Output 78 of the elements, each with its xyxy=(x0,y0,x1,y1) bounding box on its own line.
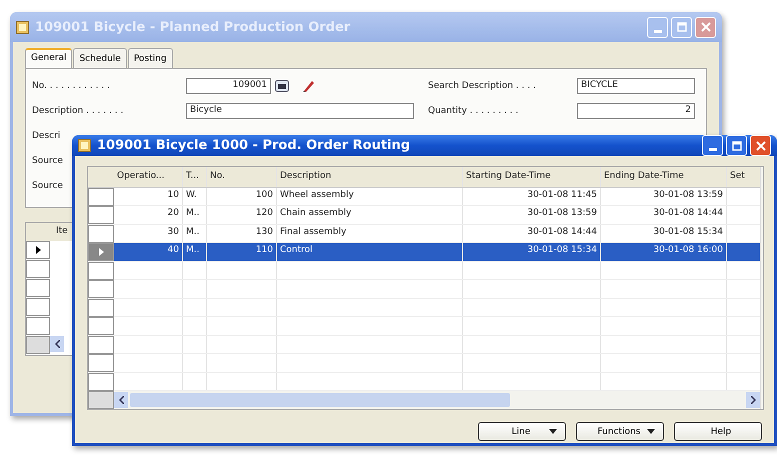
input-field[interactable]: BICYCLE xyxy=(577,78,695,94)
input-field[interactable]: 2 xyxy=(577,103,695,119)
tab[interactable]: Posting xyxy=(128,48,173,68)
minimize-icon xyxy=(654,30,662,32)
table-cell: Chain assembly xyxy=(277,206,463,224)
table-row[interactable]: 10 W. 100 Wheel assembly 30-01-08 11:45 30-01-08 13:59 xyxy=(88,188,760,206)
table-cell: 120 xyxy=(207,206,277,224)
lookup-icon[interactable] xyxy=(275,80,289,92)
tab[interactable]: General xyxy=(25,48,72,68)
column-header[interactable]: Operatio... xyxy=(114,167,183,186)
menu-button[interactable]: Line xyxy=(478,422,566,441)
column-header[interactable]: T... xyxy=(183,167,207,186)
minimize-button[interactable] xyxy=(702,135,723,156)
scroll-left-button[interactable] xyxy=(114,392,128,408)
input-field[interactable]: 109001 xyxy=(186,78,271,94)
table-cell: 30-01-08 11:45 xyxy=(463,188,601,205)
scrollbar-thumb[interactable] xyxy=(130,393,510,407)
table-cell: 20 xyxy=(114,206,183,224)
table-cell: 30-01-08 13:59 xyxy=(601,188,727,205)
maximize-icon xyxy=(676,22,686,32)
close-button[interactable] xyxy=(750,135,771,156)
table-cell: 30-01-08 13:59 xyxy=(463,206,601,224)
field-label: Description . . . . . . . xyxy=(32,106,124,116)
dropdown-arrow-icon xyxy=(549,429,557,434)
column-header[interactable]: Ending Date-Time xyxy=(601,167,727,186)
form-icon xyxy=(78,139,91,152)
table-cell: 30-01-08 14:44 xyxy=(463,224,601,242)
table-cell: Final assembly xyxy=(277,224,463,242)
field-label: Source xyxy=(32,156,64,166)
close-icon xyxy=(700,22,710,32)
table-cell: 100 xyxy=(207,188,277,205)
table-row[interactable]: 20 M.. 120 Chain assembly 30-01-08 13:59 30-01-08 14:44 xyxy=(88,206,760,224)
table-cell: M.. xyxy=(183,206,207,224)
field-label: Quantity . . . . . . . . . xyxy=(428,106,520,116)
table-cell: Control xyxy=(277,243,463,260)
menu-button[interactable]: Functions xyxy=(576,422,664,441)
table-cell: M.. xyxy=(183,243,207,260)
column-header[interactable]: Set xyxy=(727,167,760,186)
vertical-scrollbar[interactable] xyxy=(760,167,763,409)
maximize-icon xyxy=(732,140,742,150)
form-icon xyxy=(16,20,29,34)
field-label: Source xyxy=(32,181,64,191)
table-cell: Wheel assembly xyxy=(277,188,463,205)
table-cell: 30 xyxy=(114,224,183,242)
pencil-icon[interactable] xyxy=(301,79,315,93)
row-selector[interactable] xyxy=(26,241,50,259)
scroll-left-button[interactable] xyxy=(50,336,64,352)
input-field[interactable]: Bicycle xyxy=(186,103,414,119)
close-icon xyxy=(756,140,766,150)
column-header[interactable]: No. xyxy=(207,167,277,186)
table-cell: W. xyxy=(183,188,207,205)
table-cell: 30-01-08 14:44 xyxy=(601,206,727,224)
current-row-icon xyxy=(98,248,104,256)
dropdown-arrow-icon xyxy=(647,429,655,434)
window-title: 109001 Bicycle - Planned Production Order xyxy=(35,20,352,34)
table-cell: 130 xyxy=(207,224,277,242)
column-header[interactable]: Starting Date-Time xyxy=(463,167,601,186)
window-title: 109001 Bicycle 1000 - Prod. Order Routing xyxy=(97,138,412,153)
table-cell: 10 xyxy=(114,188,183,205)
field-label: Search Description . . . . xyxy=(428,81,537,91)
current-row-icon xyxy=(36,246,40,254)
table-cell: 30-01-08 15:34 xyxy=(463,243,601,260)
tab[interactable]: Schedule xyxy=(73,48,127,68)
field-label: No. . . . . . . . . . . . xyxy=(32,81,111,91)
column-header[interactable]: Description xyxy=(277,167,463,186)
horizontal-scrollbar[interactable] xyxy=(114,391,760,409)
table-cell: 30-01-08 16:00 xyxy=(601,243,727,260)
table-cell: 40 xyxy=(114,243,183,260)
column-header: Ite xyxy=(55,225,69,238)
table-cell: 110 xyxy=(207,243,277,260)
table-row[interactable]: 40 M.. 110 Control 30-01-08 15:34 30-01-08 16:00 xyxy=(88,243,760,262)
field-label: Descri xyxy=(32,131,62,141)
scroll-right-button[interactable] xyxy=(746,392,760,408)
minimize-icon xyxy=(708,148,716,151)
maximize-button[interactable] xyxy=(726,135,747,156)
table-cell: 30-01-08 15:34 xyxy=(601,224,727,242)
table-cell: M.. xyxy=(183,224,207,242)
help-button[interactable]: Help xyxy=(674,422,762,441)
